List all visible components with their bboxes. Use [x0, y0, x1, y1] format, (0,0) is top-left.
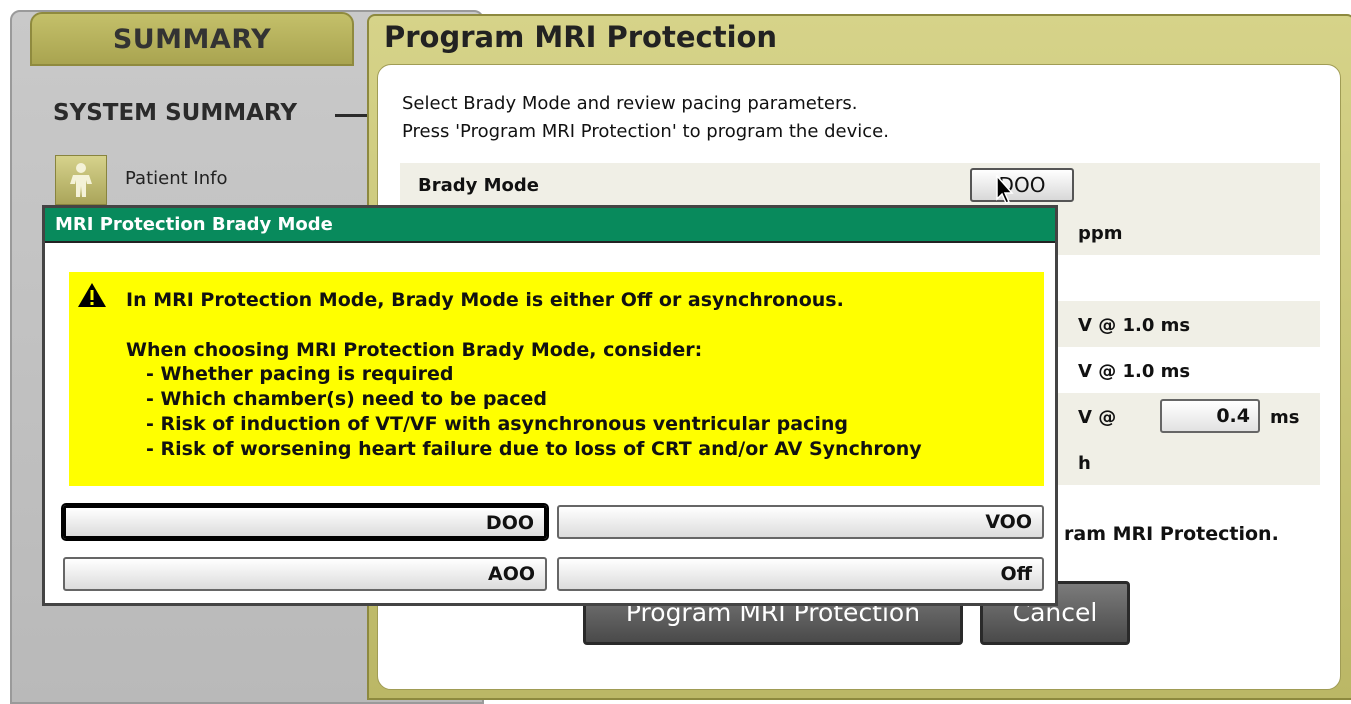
- heading-divider: [335, 114, 370, 117]
- amplitude-unit-2: V @ 1.0 ms: [1078, 361, 1191, 382]
- consideration-item: - Risk of worsening heart failure due to…: [146, 438, 922, 460]
- instruction-line-2: Press 'Program MRI Protection' to progra…: [402, 121, 889, 142]
- amplitude-unit-1: V @ 1.0 ms: [1078, 315, 1191, 336]
- brady-mode-label: Brady Mode: [418, 175, 539, 196]
- option-aoo-button[interactable]: AOO: [63, 557, 547, 591]
- amplitude-unit-3-prefix: V @: [1078, 407, 1117, 428]
- popup-title: MRI Protection Brady Mode: [45, 208, 1055, 243]
- option-doo-button[interactable]: DOO: [63, 505, 547, 539]
- warning-box: In MRI Protection Mode, Brady Mode is ei…: [69, 272, 1044, 486]
- brady-mode-popup: MRI Protection Brady Mode In MRI Protect…: [42, 205, 1058, 606]
- dialog-title: Program MRI Protection: [384, 20, 778, 54]
- patient-info-label[interactable]: Patient Info: [125, 168, 227, 189]
- pulse-width-field[interactable]: 0.4: [1160, 399, 1260, 433]
- person-icon: [70, 163, 92, 197]
- warning-main-text: In MRI Protection Mode, Brady Mode is ei…: [126, 289, 844, 311]
- consider-heading: When choosing MRI Protection Brady Mode,…: [126, 339, 703, 361]
- amplitude-unit-3-suffix: ms: [1270, 407, 1300, 428]
- rate-unit: ppm: [1078, 223, 1123, 244]
- brady-mode-button[interactable]: DOO: [970, 168, 1074, 202]
- instruction-line-1: Select Brady Mode and review pacing para…: [402, 93, 858, 114]
- mouse-pointer-icon: [996, 175, 1014, 204]
- system-summary-heading: SYSTEM SUMMARY: [53, 100, 298, 126]
- consideration-item: - Whether pacing is required: [146, 363, 454, 385]
- option-voo-button[interactable]: VOO: [557, 505, 1044, 539]
- brady-mode-row: Brady Mode DOO: [400, 163, 1320, 209]
- consideration-item: - Risk of induction of VT/VF with asynch…: [146, 413, 848, 435]
- warning-triangle-icon: [78, 283, 106, 307]
- tab-summary[interactable]: SUMMARY: [30, 12, 354, 66]
- option-off-button[interactable]: Off: [557, 557, 1044, 591]
- patient-info-button[interactable]: [55, 155, 107, 205]
- timeout-unit: h: [1078, 453, 1091, 474]
- consideration-item: - Which chamber(s) need to be paced: [146, 388, 547, 410]
- footer-instruction-text: ram MRI Protection.: [1064, 523, 1279, 545]
